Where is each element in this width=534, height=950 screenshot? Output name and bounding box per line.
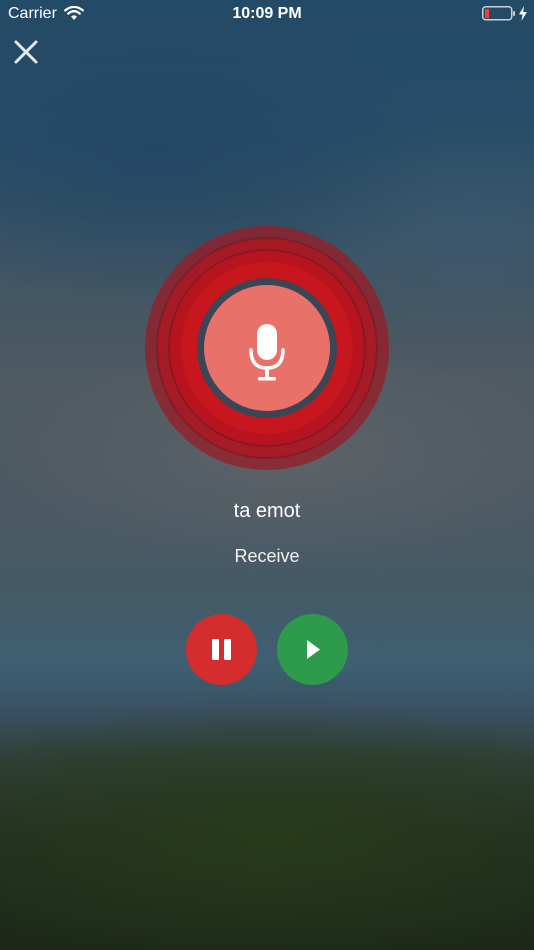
microphone-button[interactable] [197,278,337,418]
blurred-background [0,0,534,950]
play-button[interactable] [277,614,348,685]
call-status-label: Receive [234,546,300,566]
pause-button[interactable] [186,614,257,685]
close-icon [14,40,38,64]
play-icon [307,640,320,659]
charging-bolt-icon [518,6,528,26]
battery-low-icon [482,6,516,26]
close-button[interactable] [10,37,42,69]
microphone-button-face [204,285,330,411]
recording-indicator [145,226,389,470]
contact-name: ta emot [233,500,301,522]
pause-icon [212,639,231,660]
status-time: 10:09 PM [232,5,302,22]
status-bar: Carrier 10:09 PM [0,0,534,28]
microphone-icon [249,324,285,381]
